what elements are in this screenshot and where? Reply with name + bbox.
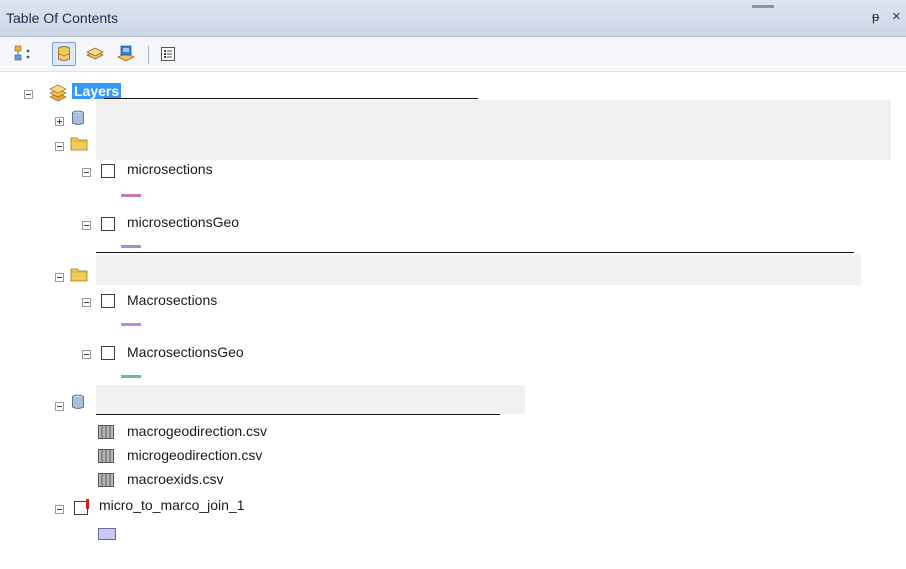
close-icon[interactable]: × [892,8,901,25]
collapse-join-layer-toggle[interactable] [55,505,64,514]
line-symbol[interactable] [121,194,141,197]
list-by-visibility-button[interactable] [83,42,107,66]
list-by-visibility-icon [86,47,104,60]
collapse-layer-toggle[interactable] [82,221,91,230]
table-icon [98,473,114,487]
list-by-selection-icon [117,45,135,62]
folder-icon [70,137,88,151]
table-name[interactable]: macroexids.csv [127,471,223,487]
redacted-region [96,385,525,414]
list-by-source-icon [58,46,70,61]
collapse-group2-toggle[interactable] [55,273,64,282]
redaction-rule [96,414,500,415]
toc-title-bar: Table Of Contents ᵽ × [0,0,906,37]
line-symbol[interactable] [121,375,141,378]
panel-title: Table Of Contents [6,10,119,26]
layers-icon [49,84,67,102]
polygon-symbol[interactable] [98,528,116,540]
database-icon [72,394,84,409]
collapse-group1-toggle[interactable] [55,142,64,151]
table-name[interactable]: microgeodirection.csv [127,447,262,463]
redaction-rule [104,98,478,99]
table-icon [98,425,114,439]
collapse-layers-toggle[interactable] [24,90,33,99]
redaction-rule [96,252,854,253]
list-by-drawing-order-icon [14,45,30,61]
layer-name[interactable]: MacrosectionsGeo [127,344,244,360]
database-icon [72,110,84,125]
expand-database-toggle[interactable] [55,117,64,126]
redacted-region [96,254,861,285]
layer-visibility-checkbox[interactable] [101,164,115,178]
line-symbol[interactable] [121,245,141,248]
layer-visibility-checkbox[interactable] [101,217,115,231]
drag-grip[interactable] [752,5,774,8]
options-button[interactable] [156,42,180,66]
list-by-source-button[interactable] [52,42,76,66]
line-symbol[interactable] [121,323,141,326]
layers-root-label[interactable]: Layers [72,83,122,99]
layer-name[interactable]: microsectionsGeo [127,214,239,230]
list-by-drawing-order-button[interactable] [12,42,36,66]
options-icon [161,47,175,61]
table-icon [98,449,114,463]
pin-icon[interactable]: ᵽ [872,9,879,24]
redacted-region [96,100,891,160]
collapse-layer-toggle[interactable] [82,350,91,359]
layer-name[interactable]: microsections [127,161,213,177]
table-name[interactable]: macrogeodirection.csv [127,423,267,439]
layer-name[interactable]: Macrosections [127,292,217,308]
collapse-database-toggle[interactable] [55,402,64,411]
toc-toolbar [0,37,906,72]
layer-visibility-checkbox[interactable] [101,294,115,308]
folder-icon [70,268,88,282]
layer-visibility-checkbox[interactable] [101,346,115,360]
list-by-selection-button[interactable] [114,42,138,66]
collapse-layer-toggle[interactable] [82,168,91,177]
broken-source-icon [86,499,89,509]
join-layer-name[interactable]: micro_to_marco_join_1 [99,497,245,513]
collapse-layer-toggle[interactable] [82,298,91,307]
toolbar-separator [148,46,149,64]
